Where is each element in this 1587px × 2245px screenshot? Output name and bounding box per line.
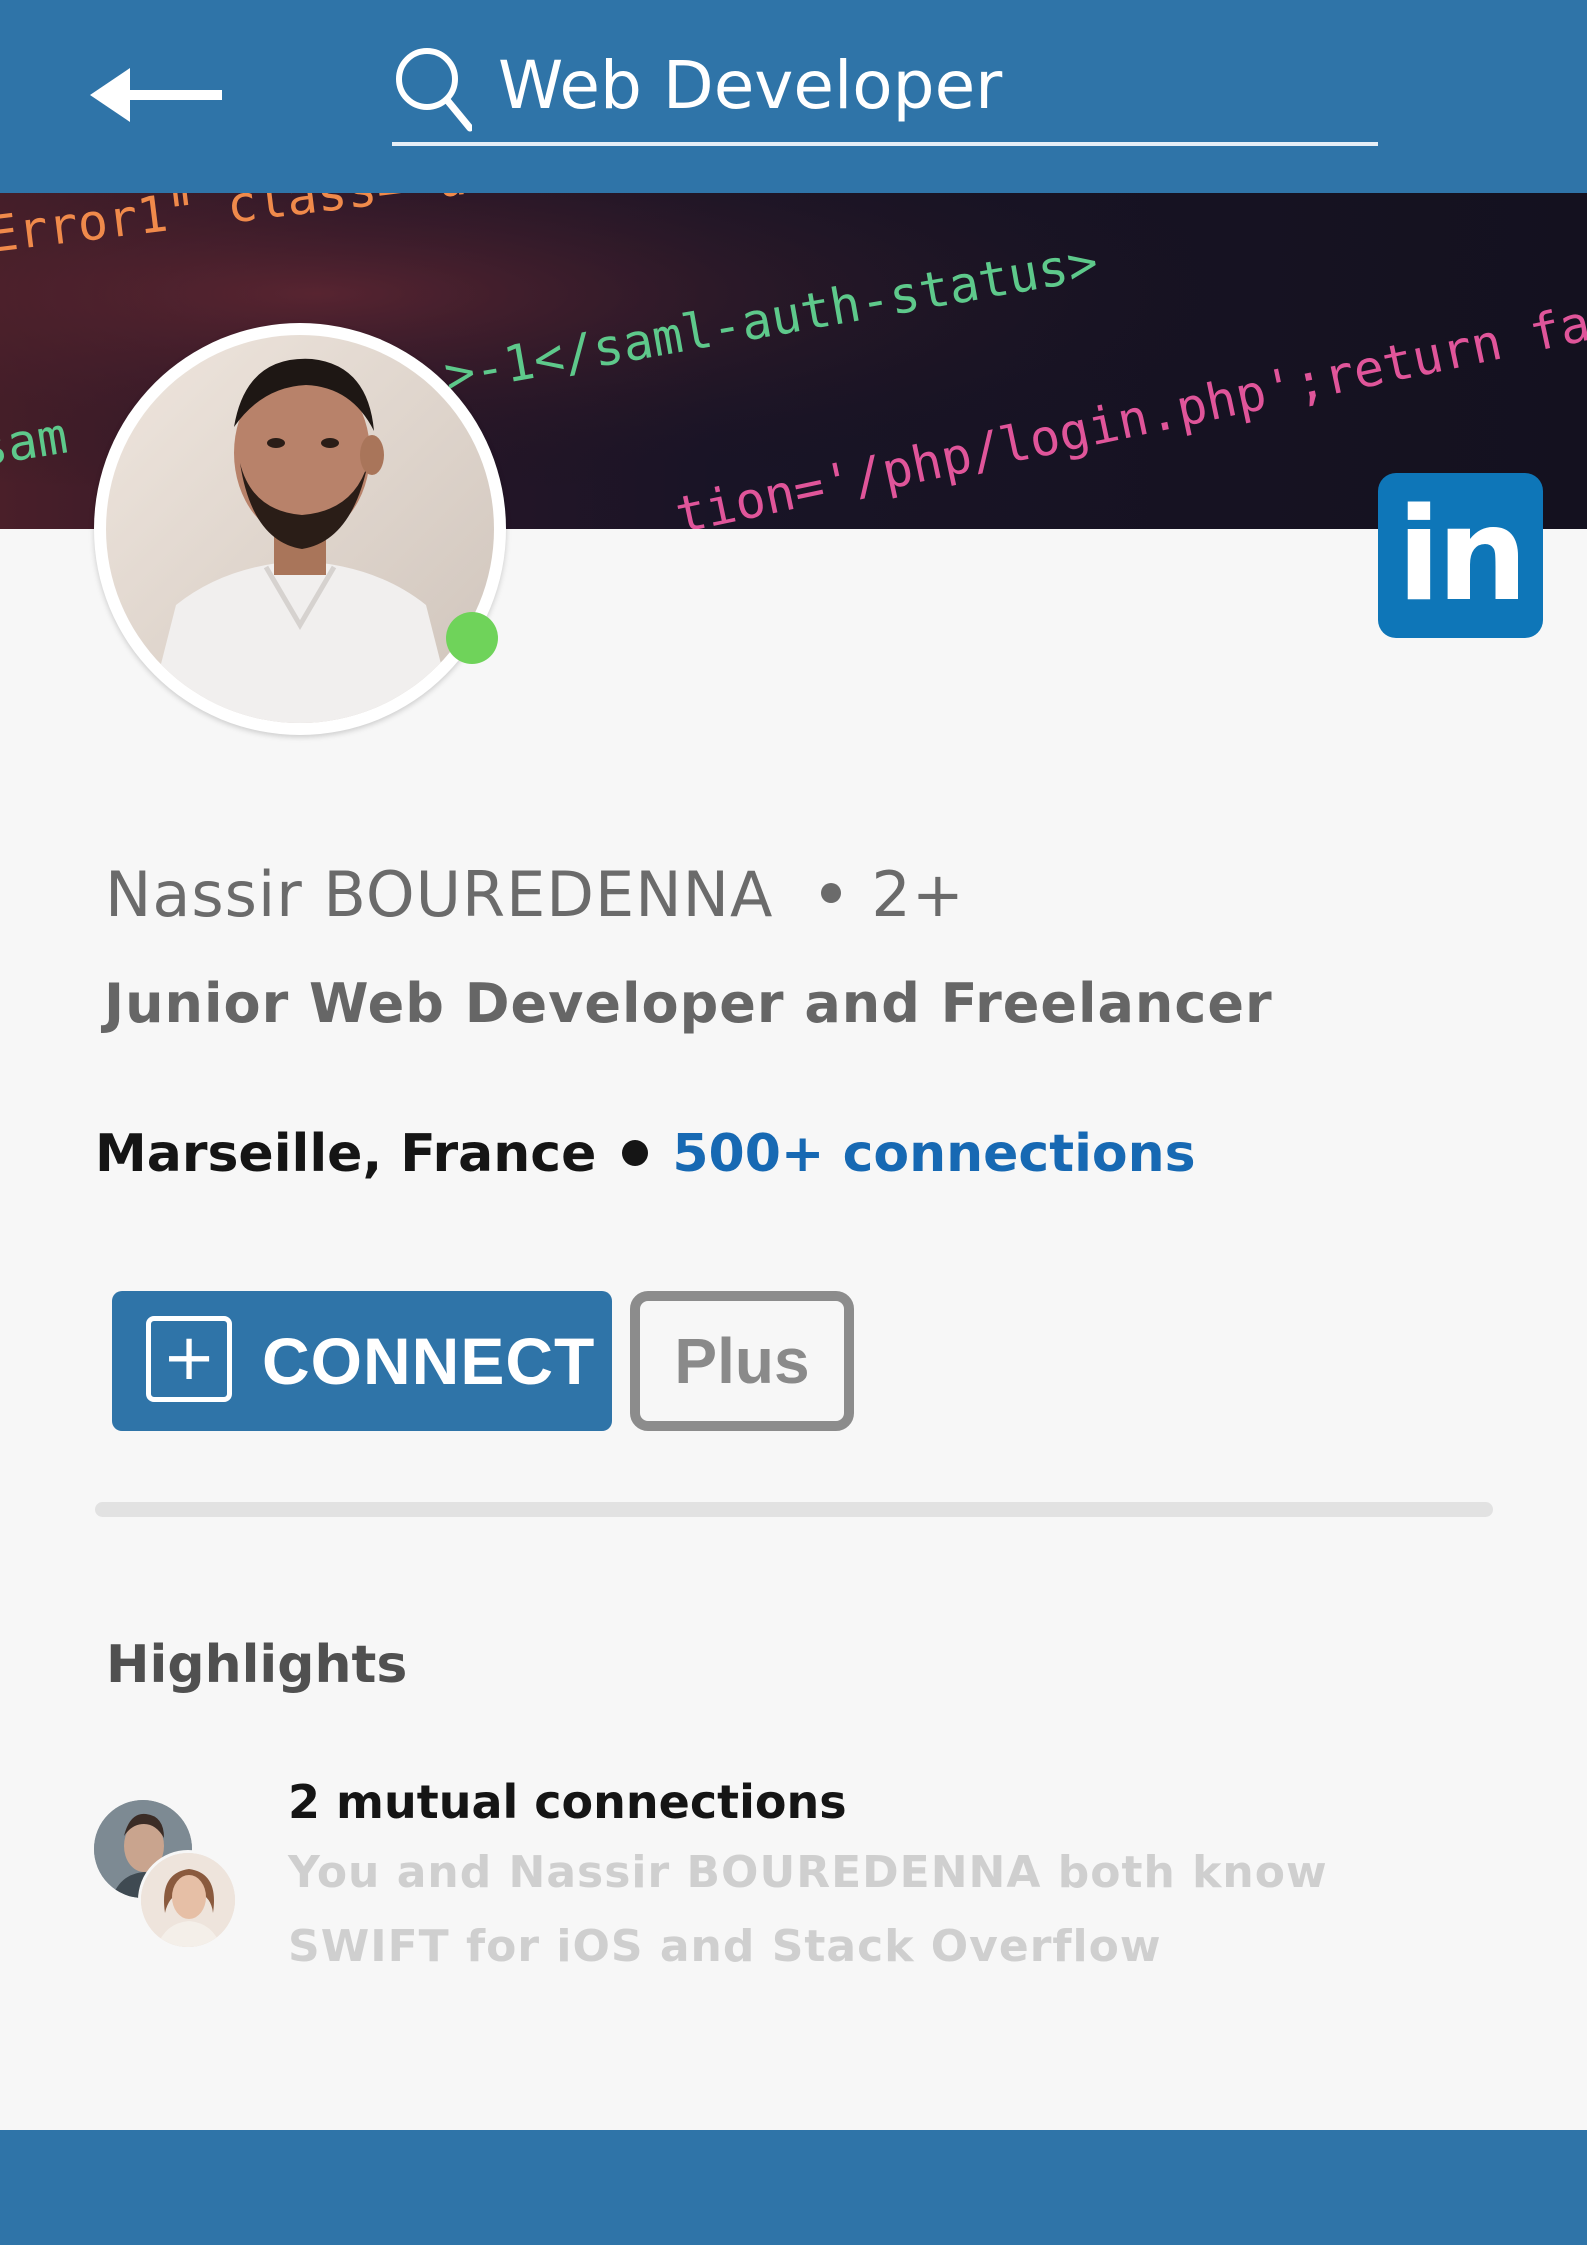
linkedin-logo-icon[interactable]: in bbox=[1378, 473, 1543, 638]
location-line: Marseille, France 500+ connections bbox=[95, 1124, 1196, 1184]
profile-photo bbox=[106, 335, 494, 723]
profile-headline: Junior Web Developer and Freelancer bbox=[104, 972, 1273, 1035]
mutual-connections-title[interactable]: 2 mutual connections bbox=[288, 1775, 847, 1829]
mutual-avatar-photo bbox=[141, 1853, 235, 1947]
top-app-bar bbox=[0, 0, 1587, 193]
search-input[interactable] bbox=[498, 46, 1358, 124]
separator-dot bbox=[821, 882, 842, 903]
profile-name: Nassir BOUREDENNA bbox=[105, 858, 774, 931]
plus-icon: + bbox=[146, 1316, 232, 1402]
profile-name-line: Nassir BOUREDENNA 2+ bbox=[105, 858, 965, 948]
connections-link[interactable]: 500+ connections bbox=[672, 1124, 1195, 1184]
profile-location: Marseille, France bbox=[95, 1124, 597, 1184]
mutual-connections-description: You and Nassir BOUREDENNA both know SWIF… bbox=[288, 1847, 1328, 1972]
search-underline bbox=[392, 142, 1378, 146]
online-status-indicator bbox=[446, 612, 498, 664]
separator-dot bbox=[622, 1140, 649, 1166]
highlights-heading: Highlights bbox=[106, 1635, 408, 1695]
search-bar bbox=[392, 40, 1378, 148]
section-divider bbox=[95, 1502, 1493, 1517]
mutual-connections-avatars[interactable] bbox=[94, 1800, 244, 1950]
more-button[interactable]: Plus bbox=[630, 1291, 854, 1431]
connect-button[interactable]: + CONNECT bbox=[112, 1291, 612, 1431]
profile-avatar[interactable] bbox=[94, 323, 506, 735]
search-icon bbox=[396, 48, 472, 132]
mutual-avatar bbox=[138, 1850, 238, 1950]
back-button[interactable] bbox=[90, 60, 230, 130]
bottom-navigation-bar bbox=[0, 2130, 1587, 2245]
connection-degree: 2+ bbox=[871, 858, 965, 931]
arrow-left-icon bbox=[90, 68, 222, 122]
connect-button-label: CONNECT bbox=[262, 1324, 596, 1398]
